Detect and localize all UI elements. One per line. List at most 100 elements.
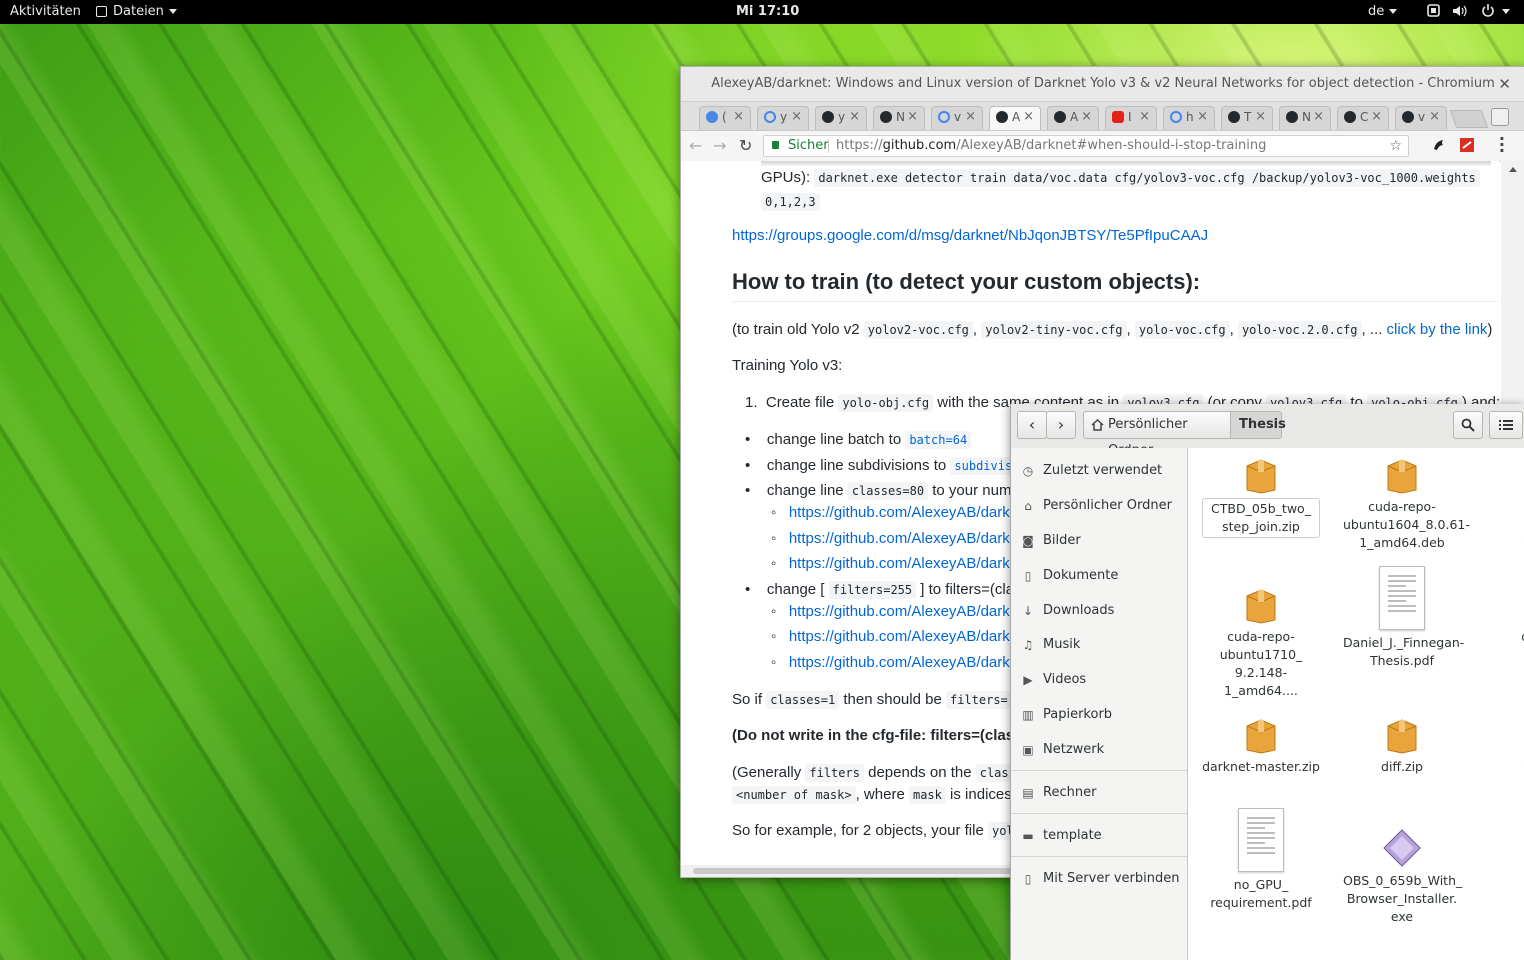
tab-close-icon[interactable]: × (1371, 109, 1382, 124)
browser-tab[interactable]: N× (873, 106, 925, 130)
computer-icon: ▤ (1022, 786, 1034, 800)
github-icon (880, 111, 892, 123)
window-titlebar[interactable]: AlexeyAB/darknet: Windows and Linux vers… (681, 67, 1524, 102)
sub-link-3[interactable]: ◦ https://github.com/AlexeyAB/darkn (771, 555, 1018, 572)
browser-tab[interactable]: A × (1047, 106, 1099, 130)
sidebar-item-persönlicher-ordner[interactable]: ⌂ Persönlicher Ordner (1011, 491, 1187, 521)
forward-button[interactable]: › (1046, 411, 1076, 439)
file-item[interactable]: cuda-repo- ubuntu1604_8.0.61- 1_amd64.de… (1343, 458, 1470, 552)
sidebar-item-videos[interactable]: ▶ Videos (1011, 665, 1187, 695)
sidebar-item-template[interactable]: ▬ template (1011, 821, 1187, 851)
tab-close-icon[interactable]: × (1197, 109, 1208, 124)
browser-tab[interactable]: A × (989, 106, 1041, 130)
tab-close-icon[interactable]: × (1139, 109, 1150, 124)
so-if-code2: filters= (945, 691, 1012, 709)
file-item[interactable]: cu ubu 9.2.14 (1484, 458, 1524, 552)
file-item[interactable]: no_GPU_ requirement.pdf (1202, 808, 1320, 912)
sub-link-4[interactable]: ◦ https://github.com/AlexeyAB/darkn (771, 603, 1018, 620)
breadcrumb-home[interactable]: Persönlicher Ordner (1083, 411, 1231, 458)
sidebar-separator (1011, 813, 1187, 814)
tab-close-icon[interactable]: × (849, 109, 860, 124)
browser-tab[interactable]: y × (815, 106, 867, 130)
sub-link-1[interactable]: ◦ https://github.com/AlexeyAB/darkn (771, 504, 1018, 521)
tab-close-icon[interactable]: × (1023, 109, 1034, 124)
sub-link-text[interactable]: https://github.com/AlexeyAB/darkn (789, 555, 1018, 572)
sub-link-text[interactable]: https://github.com/AlexeyAB/darkn (789, 504, 1018, 521)
clock[interactable]: Mi 17:10 (736, 4, 799, 19)
sidebar-item-netzwerk[interactable]: ▣ Netzwerk (1011, 735, 1187, 765)
file-item[interactable]: mast optimi (1484, 696, 1524, 772)
profile-icon[interactable] (1491, 108, 1509, 126)
groups-link[interactable]: https://groups.google.com/d/msg/darknet/… (732, 227, 1208, 244)
file-item[interactable]: diff.zip (1343, 718, 1461, 776)
file-item[interactable]: CTBD_05b_two_ step_join.zip (1202, 458, 1320, 538)
generally-text-d: is indices (950, 786, 1012, 803)
tab-close-icon[interactable]: × (965, 109, 976, 124)
back-button[interactable]: ‹ (1017, 411, 1047, 439)
cmd-code: darknet.exe detector train data/voc.data… (814, 169, 1480, 187)
language-menu[interactable]: de (1368, 4, 1398, 19)
sidebar-item-bilder[interactable]: ◙ Bilder (1011, 526, 1187, 556)
system-menu[interactable] (1426, 4, 1516, 22)
browser-tab[interactable]: (× (699, 106, 751, 130)
sub-link-2[interactable]: ◦ https://github.com/AlexeyAB/darkn (771, 530, 1018, 547)
view-menu-button[interactable] (1489, 411, 1523, 439)
sidebar-item-zuletzt-verwendet[interactable]: ◷ Zuletzt verwendet (1011, 456, 1187, 486)
file-item[interactable]: Daniel_J._Finnegan- Thesis.pdf (1343, 566, 1464, 670)
sidebar-item-mit-server-verbinden[interactable]: ▯ Mit Server verbinden (1011, 864, 1187, 894)
file-item[interactable]: darknet-master.zip (1202, 718, 1320, 776)
sub-link-5[interactable]: ◦ https://github.com/AlexeyAB/darkn (771, 628, 1018, 645)
browser-tab[interactable]: h × (1163, 106, 1215, 130)
file-item[interactable]: darkflo (1484, 588, 1524, 646)
close-icon[interactable]: ✕ (1498, 67, 1511, 101)
forward-icon[interactable]: → (713, 136, 726, 155)
browser-tab[interactable]: v × (931, 106, 983, 130)
file-item[interactable]: ofxS m (1484, 828, 1524, 904)
sub-link-6[interactable]: ◦ https://github.com/AlexeyAB/darkn (771, 654, 1018, 671)
sub-link-text[interactable]: https://github.com/AlexeyAB/darkn (789, 628, 1018, 645)
tab-close-icon[interactable]: × (1313, 109, 1324, 124)
browser-toolbar: ← → ↻ Sicher https://github.com/AlexeyAB… (681, 131, 1524, 162)
pdf-file-icon (1379, 566, 1425, 630)
pdf-extension-icon[interactable] (1459, 137, 1475, 153)
sub-link-text[interactable]: https://github.com/AlexeyAB/darkn (789, 530, 1018, 547)
sub-link-text[interactable]: https://github.com/AlexeyAB/darkn (789, 654, 1018, 671)
bold-note: (Do not write in the cfg-file: filters=(… (732, 727, 1023, 744)
browser-tab[interactable]: T × (1221, 106, 1273, 130)
file-item[interactable]: cuda-repo- ubuntu1710_ 9.2.148-1_amd64..… (1202, 588, 1320, 700)
browser-tab[interactable]: C × (1337, 106, 1389, 130)
sidebar-item-musik[interactable]: ♫ Musik (1011, 630, 1187, 660)
scroll-up-icon[interactable] (1509, 167, 1517, 172)
sidebar-item-papierkorb[interactable]: ▥ Papierkorb (1011, 700, 1187, 730)
click-by-the-link[interactable]: click by the link (1387, 321, 1488, 338)
search-button[interactable] (1453, 411, 1483, 439)
sidebar-item-downloads[interactable]: ↓ Downloads (1011, 596, 1187, 626)
address-bar[interactable]: Sicher https://github.com/AlexeyAB/darkn… (763, 135, 1409, 157)
tab-close-icon[interactable]: × (733, 109, 744, 124)
menu-kebab-icon[interactable]: · · · (1499, 131, 1505, 159)
tab-close-icon[interactable]: × (1255, 109, 1266, 124)
bullet-classes-text: change line (766, 482, 844, 499)
tab-close-icon[interactable]: × (1429, 109, 1440, 124)
tab-close-icon[interactable]: × (1081, 109, 1092, 124)
back-icon[interactable]: ← (689, 136, 702, 155)
file-item[interactable]: OBS_0_659b_With_ Browser_Installer. exe (1343, 828, 1462, 926)
cmd-code-2: 0,1,2,3 (761, 193, 820, 211)
browser-tab[interactable]: N× (1279, 106, 1331, 130)
sidebar-item-rechner[interactable]: ▤ Rechner (1011, 778, 1187, 808)
breadcrumb-thesis[interactable]: Thesis (1230, 411, 1286, 439)
browser-tab[interactable]: v × (1395, 106, 1447, 130)
app-menu-button[interactable]: Dateien (96, 4, 177, 19)
tab-close-icon[interactable]: × (907, 109, 918, 124)
browser-tab[interactable]: y × (757, 106, 809, 130)
extension-icon[interactable] (1431, 137, 1447, 153)
bookmark-star-icon[interactable]: ☆ (1389, 136, 1402, 156)
reload-icon[interactable]: ↻ (739, 136, 752, 155)
browser-tab[interactable]: I × (1105, 106, 1157, 130)
sidebar-item-dokumente[interactable]: ▯ Dokumente (1011, 561, 1187, 591)
activities-button[interactable]: Aktivitäten (10, 4, 81, 19)
tab-close-icon[interactable]: × (791, 109, 802, 124)
old-yolo-paragraph: (to train old Yolo v2 yolov2-voc.cfg, yo… (732, 321, 1493, 339)
new-tab-button[interactable] (1449, 110, 1489, 128)
sub-link-text[interactable]: https://github.com/AlexeyAB/darkn (789, 603, 1018, 620)
